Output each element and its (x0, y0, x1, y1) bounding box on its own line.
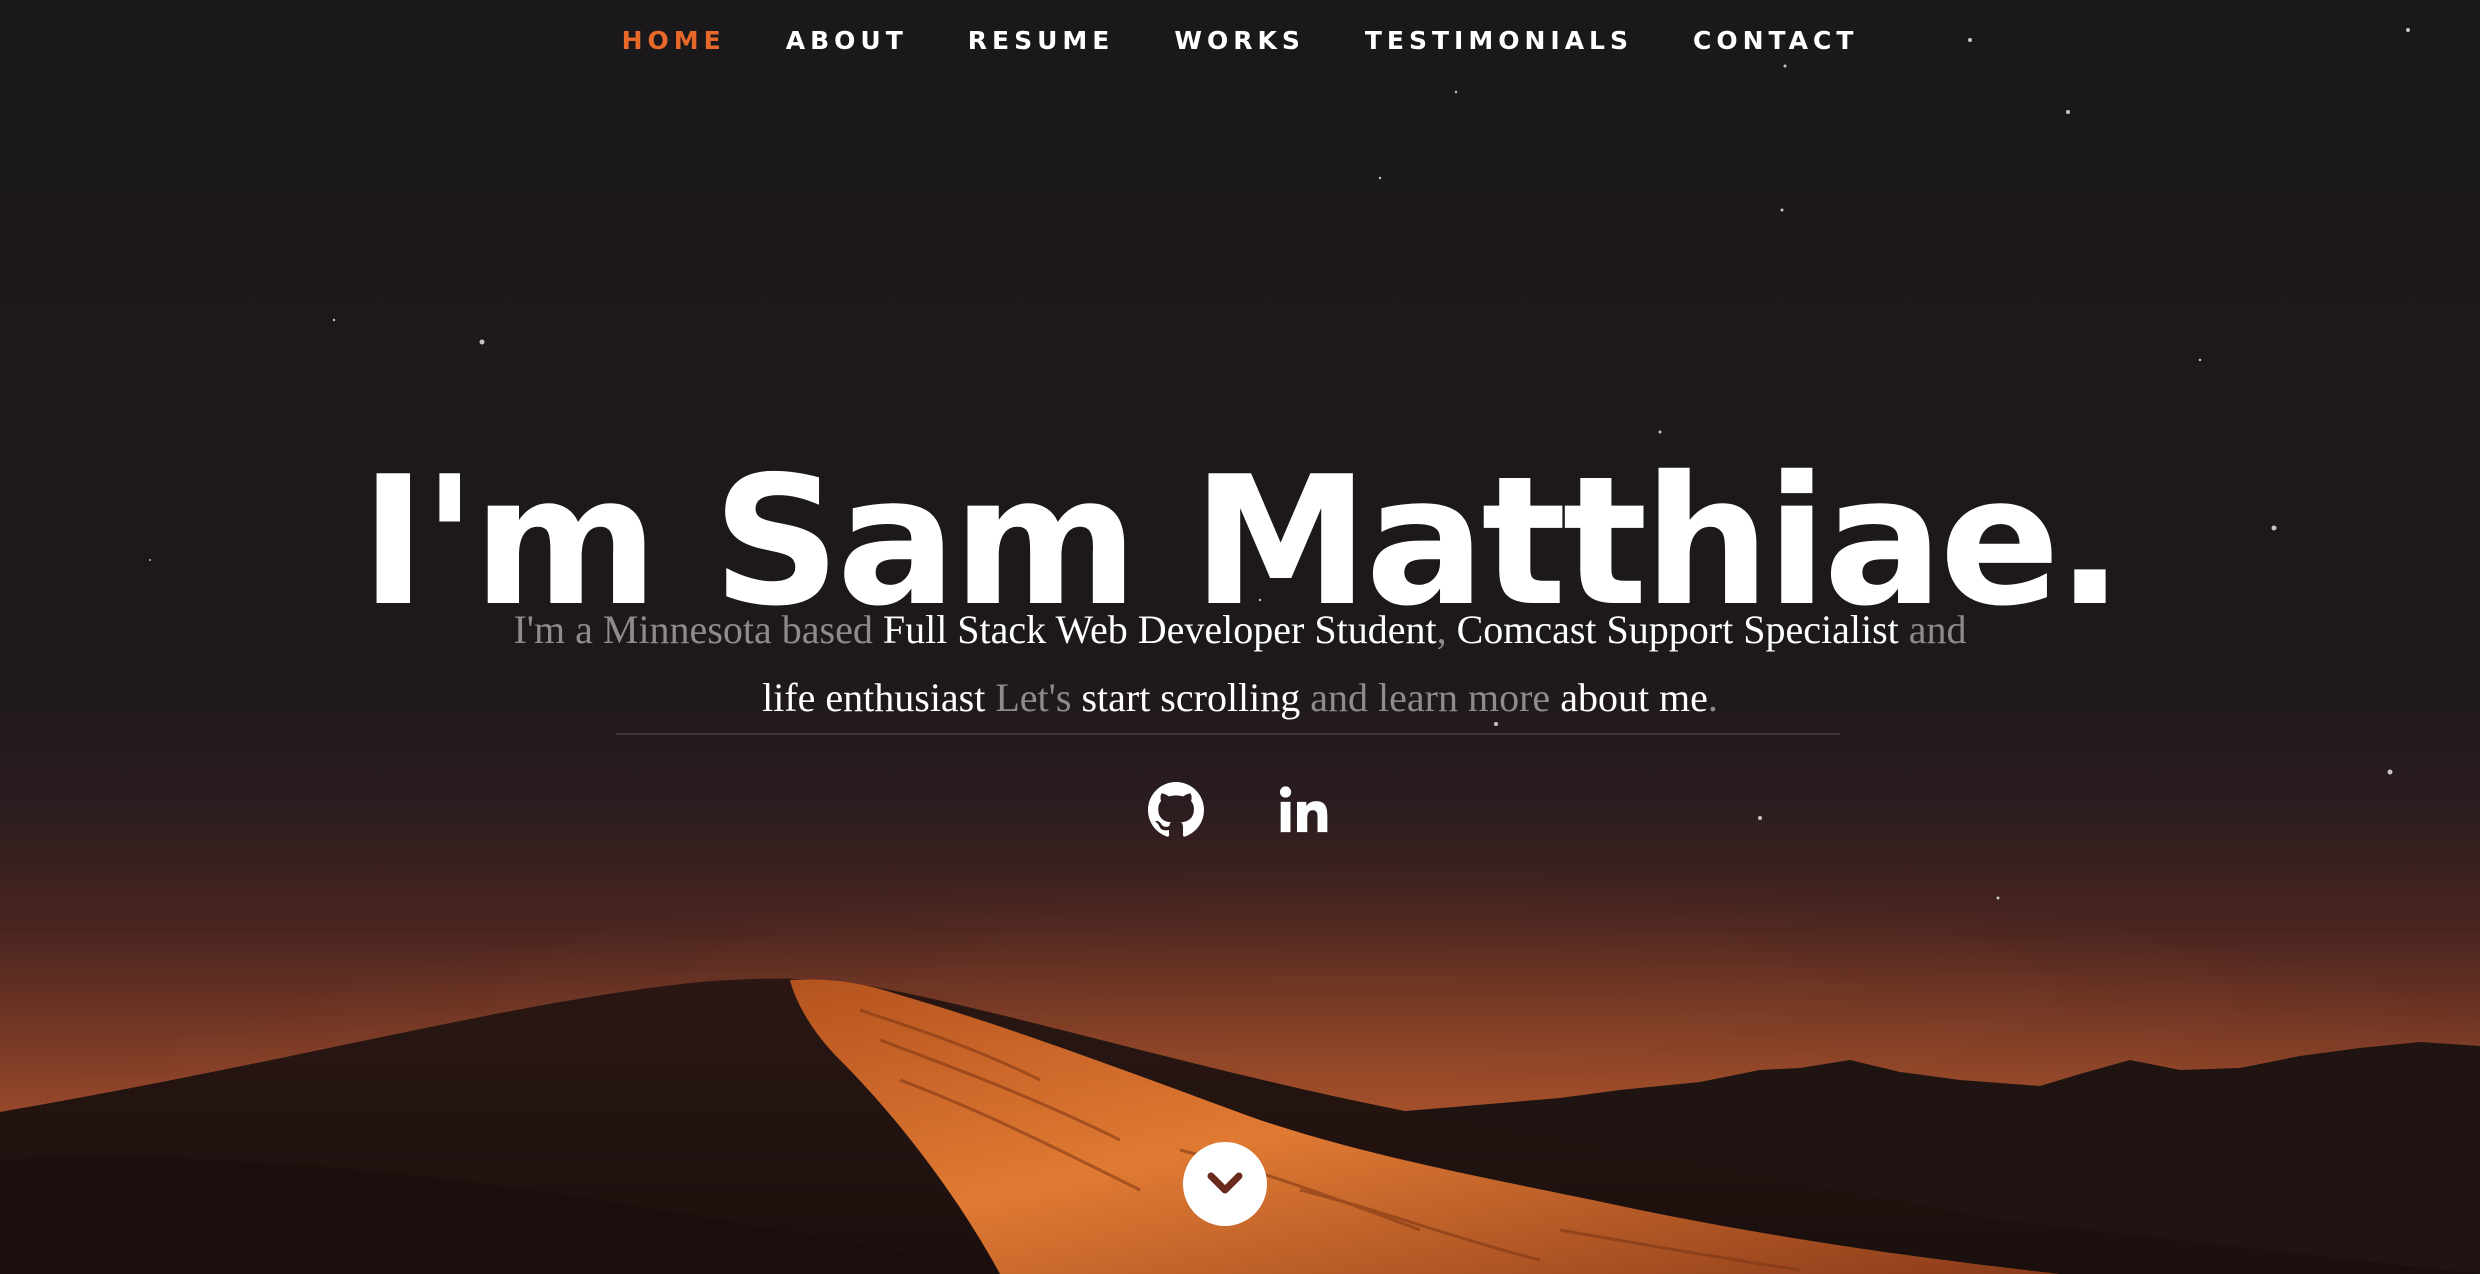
intro-text-part: Let's (985, 675, 1082, 720)
nav-works-link[interactable]: WORKS (1144, 0, 1334, 82)
intro-text-part: and (1898, 607, 1967, 652)
linkedin-link[interactable] (1274, 780, 1334, 840)
nav-resume-link[interactable]: RESUME (938, 0, 1145, 82)
main-nav: HOME ABOUT RESUME WORKS TESTIMONIALS CON… (0, 0, 2480, 82)
intro-text-part: and learn more (1300, 675, 1561, 720)
github-icon (1148, 782, 1204, 837)
intro-highlight-about: about me (1560, 675, 1708, 720)
linkedin-icon (1279, 786, 1328, 833)
hero-intro-text: I'm a Minnesota based Full Stack Web Dev… (490, 596, 1990, 732)
intro-highlight-scrolling: start scrolling (1081, 675, 1301, 720)
intro-text-part: I'm a Minnesota based (513, 607, 883, 652)
scroll-down-button[interactable] (1183, 1142, 1267, 1226)
nav-home-link[interactable]: HOME (592, 0, 756, 82)
intro-highlight-life: life enthusiast (762, 675, 986, 720)
github-link[interactable] (1146, 780, 1206, 840)
intro-text-part: . (1707, 675, 1718, 720)
nav-contact-link[interactable]: CONTACT (1663, 0, 1888, 82)
social-links (0, 780, 2480, 840)
hero-section: HOME ABOUT RESUME WORKS TESTIMONIALS CON… (0, 0, 2480, 1274)
nav-about-link[interactable]: ABOUT (756, 0, 938, 82)
intro-text-part: , (1436, 607, 1457, 652)
nav-testimonials-link[interactable]: TESTIMONIALS (1335, 0, 1663, 82)
hero-divider (616, 733, 1840, 735)
chevron-down-icon (1207, 1172, 1243, 1194)
intro-highlight-role: Full Stack Web Developer Student (882, 607, 1437, 652)
intro-highlight-job: Comcast Support Specialist (1456, 607, 1899, 652)
